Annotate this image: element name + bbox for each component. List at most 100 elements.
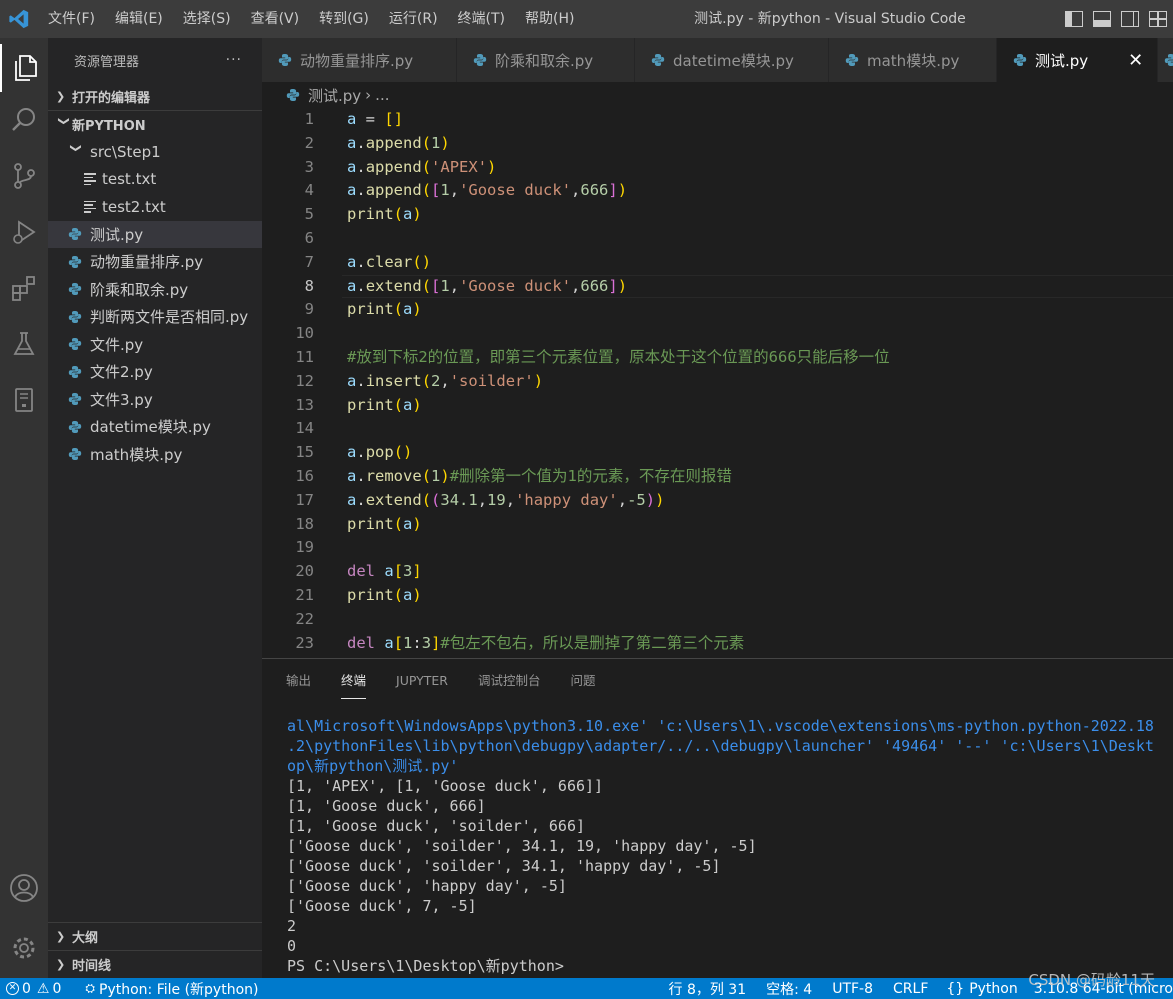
- timeline-section[interactable]: ❯ 时间线: [48, 950, 262, 978]
- indentation[interactable]: 空格: 4: [756, 978, 822, 999]
- code-line[interactable]: 2 a.append(1): [262, 132, 1173, 156]
- problems-status[interactable]: ✕ 0 ⚠ 0: [0, 978, 67, 999]
- panel-tab[interactable]: 问题: [571, 669, 596, 699]
- encoding[interactable]: UTF-8: [822, 978, 883, 999]
- menu-view[interactable]: 查看(V): [241, 0, 310, 38]
- panel-tab[interactable]: 输出: [286, 669, 311, 699]
- chevron-down-icon: ❯: [57, 116, 71, 126]
- extensions-icon[interactable]: [0, 264, 48, 312]
- file-item[interactable]: 文件2.py: [48, 358, 262, 386]
- explorer-icon[interactable]: [0, 44, 48, 92]
- cursor-position[interactable]: 行 8，列 31: [659, 978, 757, 999]
- python-file-icon: [278, 53, 292, 67]
- layout-controls: [1065, 0, 1167, 38]
- code-line[interactable]: 22: [262, 608, 1173, 632]
- code-line[interactable]: 8 a.extend([1,'Goose duck',666]): [262, 274, 1173, 299]
- editor-tab[interactable]: 测试.py ✕: [997, 38, 1158, 82]
- file-item[interactable]: test.txt: [48, 166, 262, 194]
- outline-section[interactable]: ❯ 大纲: [48, 922, 262, 950]
- run-debug-icon[interactable]: [0, 208, 48, 256]
- code-line[interactable]: 14: [262, 417, 1173, 441]
- menu-run[interactable]: 运行(R): [379, 0, 448, 38]
- overflow-tab[interactable]: [1158, 38, 1173, 82]
- editor-tab[interactable]: 阶乘和取余.py: [457, 38, 635, 82]
- editor-tab[interactable]: 动物重量排序.py: [262, 38, 457, 82]
- manage-gear-icon[interactable]: [0, 924, 48, 972]
- end-of-line[interactable]: CRLF: [883, 978, 938, 999]
- terminal-output-line: ['Goose duck', 'soilder', 34.1, 'happy d…: [287, 857, 721, 875]
- line-number: 8: [304, 276, 314, 295]
- menu-help[interactable]: 帮助(H): [515, 0, 584, 38]
- terminal[interactable]: al\Microsoft\WindowsApps\python3.10.exe'…: [287, 716, 1167, 976]
- code-line[interactable]: 11 #放到下标2的位置，即第三个元素位置，原本处于这个位置的666只能后移一位: [262, 346, 1173, 370]
- breadcrumb-symbols[interactable]: ...: [375, 86, 389, 104]
- code-line[interactable]: 17 a.extend((34.1,19,'happy day',-5)): [262, 489, 1173, 513]
- file-item[interactable]: 动物重量排序.py: [48, 248, 262, 276]
- source-control-icon[interactable]: [0, 152, 48, 200]
- code-line[interactable]: 13 print(a): [262, 394, 1173, 418]
- code-line[interactable]: 3 a.append('APEX'): [262, 156, 1173, 180]
- panel-tab[interactable]: JUPYTER: [396, 669, 448, 699]
- file-item[interactable]: 判断两文件是否相同.py: [48, 303, 262, 331]
- python-file-label: Python: File (新python): [99, 981, 259, 998]
- close-tab-icon[interactable]: ✕: [1128, 50, 1143, 71]
- code-line[interactable]: 18 print(a): [262, 513, 1173, 537]
- status-bar: ✕ 0 ⚠ 0 ⛭ Python: File (新python) 行 8，列 3…: [0, 978, 1173, 999]
- outline-label: 大纲: [72, 931, 99, 946]
- code-line[interactable]: 20 del a[3]: [262, 560, 1173, 584]
- editor-tab[interactable]: datetime模块.py: [635, 38, 829, 82]
- code-line[interactable]: 10: [262, 322, 1173, 346]
- file-item[interactable]: 阶乘和取余.py: [48, 276, 262, 304]
- project-section[interactable]: ❯ 新PYTHON: [48, 110, 262, 138]
- toggle-panel-icon[interactable]: [1093, 11, 1111, 27]
- toggle-secondary-sidebar-icon[interactable]: [1121, 11, 1139, 27]
- code-line[interactable]: 19: [262, 536, 1173, 560]
- file-item[interactable]: 文件.py: [48, 331, 262, 359]
- code-line[interactable]: 15 a.pop(): [262, 441, 1173, 465]
- menu-terminal[interactable]: 终端(T): [448, 0, 515, 38]
- menu-selection[interactable]: 选择(S): [173, 0, 241, 38]
- code-line[interactable]: 9 print(a): [262, 298, 1173, 322]
- open-editors-section[interactable]: ❯ 打开的编辑器: [48, 82, 262, 110]
- file-item[interactable]: 文件3.py: [48, 386, 262, 414]
- line-number: 12: [295, 371, 314, 390]
- file-item[interactable]: math模块.py: [48, 441, 262, 469]
- code-line[interactable]: 12 a.insert(2,'soilder'): [262, 370, 1173, 394]
- code-line[interactable]: 7 a.clear(): [262, 251, 1173, 275]
- more-actions-icon[interactable]: ···: [226, 52, 242, 68]
- customize-layout-icon[interactable]: [1149, 11, 1167, 27]
- file-item[interactable]: datetime模块.py: [48, 413, 262, 441]
- code-line[interactable]: 4 a.append([1,'Goose duck',666]): [262, 179, 1173, 203]
- search-icon[interactable]: [0, 96, 48, 144]
- line-number: 1: [304, 110, 314, 128]
- code-line[interactable]: 16 a.remove(1)#删除第一个值为1的元素，不存在则报错: [262, 465, 1173, 489]
- menu-file[interactable]: 文件(F): [38, 0, 105, 38]
- code-editor[interactable]: 1 a = [] 2 a.append(1) 3 a.append('APEX') 4 a.a…: [262, 108, 1173, 658]
- account-icon[interactable]: [0, 864, 48, 912]
- code-line[interactable]: 21 print(a): [262, 584, 1173, 608]
- toggle-primary-sidebar-icon[interactable]: [1065, 11, 1083, 27]
- file-item[interactable]: 测试.py: [48, 220, 262, 248]
- debug-icon: ⛭: [85, 981, 96, 995]
- menu-go[interactable]: 转到(G): [309, 0, 379, 38]
- testing-icon[interactable]: [0, 320, 48, 368]
- python-debug-status[interactable]: ⛭ Python: File (新python): [79, 978, 264, 999]
- remote-explorer-icon[interactable]: [0, 376, 48, 424]
- language-mode[interactable]: {} Python: [938, 978, 1025, 999]
- file-item[interactable]: test2.txt: [48, 193, 262, 221]
- file-label: 判断两文件是否相同.py: [90, 308, 249, 327]
- breadcrumb-file[interactable]: 测试.py: [308, 85, 361, 106]
- line-number: 10: [295, 324, 314, 343]
- panel-tab[interactable]: 终端: [341, 669, 367, 699]
- menu-edit[interactable]: 编辑(E): [105, 0, 173, 38]
- code-line[interactable]: 5 print(a): [262, 203, 1173, 227]
- python-file-icon: [68, 282, 82, 296]
- panel-tab[interactable]: 调试控制台: [478, 669, 541, 699]
- warning-count: 0: [52, 980, 62, 997]
- code-line[interactable]: 1 a = []: [262, 108, 1173, 132]
- code-line[interactable]: 23 del a[1:3]#包左不包右，所以是删掉了第二第三个元素: [262, 632, 1173, 656]
- editor-tab[interactable]: math模块.py: [829, 38, 997, 82]
- folder-src-step1[interactable]: ❯ src\Step1: [48, 138, 262, 166]
- code-line[interactable]: 6: [262, 227, 1173, 251]
- text-file-icon: [84, 173, 96, 186]
